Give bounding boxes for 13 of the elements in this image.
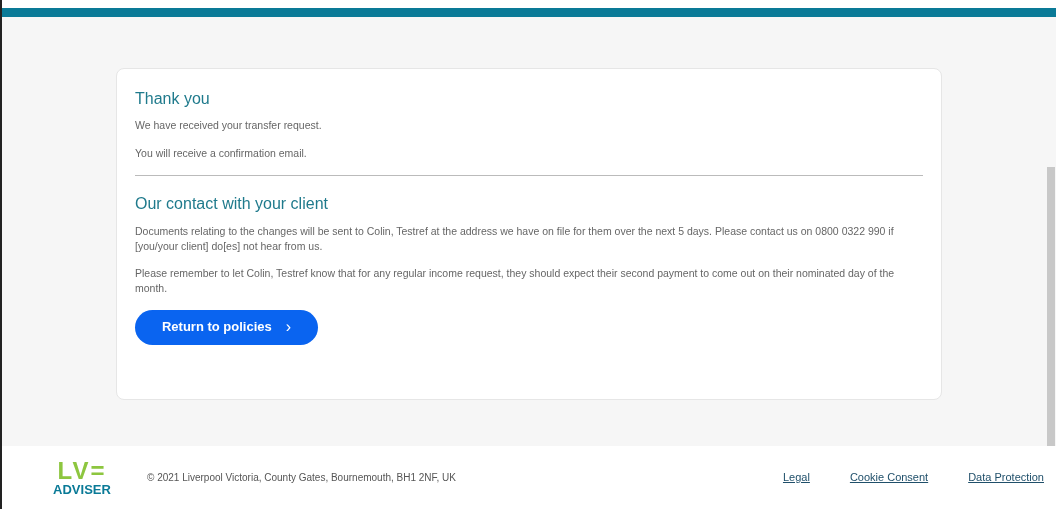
paragraph: Documents relating to the changes will be sent to Colin, Testref at the address we have on file for them over the next 5 days. Please contact us on 0800 0322 990 if [you/your client] do[es] not hear from us. <box>135 223 895 254</box>
return-to-policies-button[interactable]: Return to policies › <box>135 309 318 345</box>
footer-link[interactable]: Legal <box>782 469 810 486</box>
card-title: Thank you <box>135 89 211 109</box>
message-text: You will receive a confirmation email. <box>135 145 308 161</box>
section-heading: Our contact with your client <box>135 193 329 214</box>
message-text: We have received your transfer request. <box>135 118 323 133</box>
footer-link[interactable]: Cookie Consent <box>849 469 929 486</box>
paragraph: Please remember to let Colin, Testref know that for any regular income request, they should expect their second payment to come out on their nominated day of the month. <box>135 265 896 296</box>
logo: LV= ADVISER <box>52 459 112 496</box>
copyright-text: © 2021 Liverpool Victoria, County Gates, Bournemouth, BH1 2NF, UK <box>147 471 457 485</box>
scrollbar[interactable] <box>1047 167 1055 446</box>
footer-link[interactable]: Data Protection <box>968 469 1044 486</box>
